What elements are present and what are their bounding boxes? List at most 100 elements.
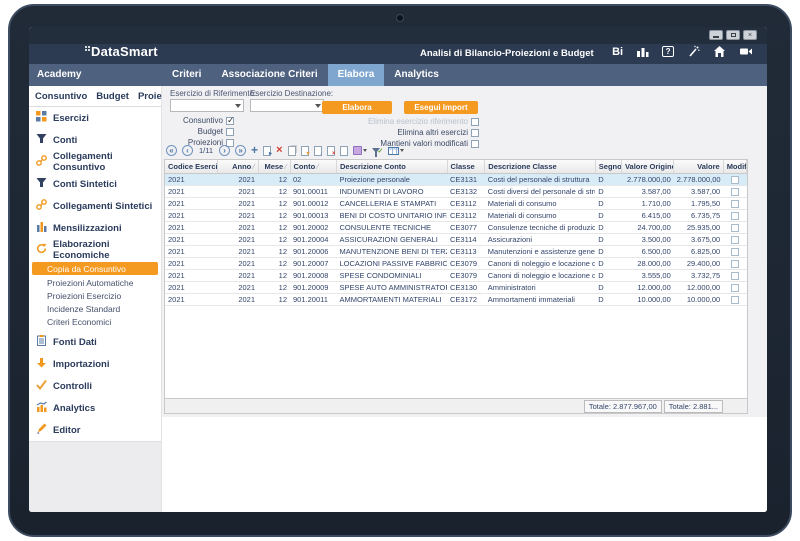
modifica-checkbox[interactable] — [731, 248, 739, 256]
modifica-checkbox[interactable] — [731, 176, 739, 184]
bar-chart-icon[interactable] — [636, 45, 649, 58]
col-mese[interactable]: Mese∕ — [258, 160, 290, 174]
submenu-item-criteri-economici[interactable]: Criteri Economici — [29, 315, 161, 328]
modifica-checkbox[interactable] — [731, 284, 739, 292]
sidebar-item-mensilizzazioni[interactable]: Mensilizzazioni — [29, 217, 161, 239]
sidebar-item-collegamenti-sintetici[interactable]: Collegamenti Sintetici — [29, 195, 161, 217]
funnel-icon — [36, 177, 47, 191]
preview-button[interactable] — [340, 146, 348, 156]
app-body: Consuntivo Budget Proiezioni Esercizi Co… — [29, 86, 767, 512]
modifica-checkbox[interactable] — [731, 296, 739, 304]
budget-checkbox[interactable] — [226, 128, 234, 136]
export-doc-button[interactable]: ↓ — [314, 146, 322, 156]
col-conto[interactable]: Conto∕ — [290, 160, 337, 174]
magic-wand-icon[interactable] — [687, 45, 700, 58]
tab-analytics[interactable]: Analytics — [384, 64, 448, 86]
sidebar-item-fonti-dati[interactable]: Fonti Dati — [29, 331, 161, 353]
col-descrizione-conto[interactable]: Descrizione Conto — [337, 160, 447, 174]
sidebar-item-esercizi[interactable]: Esercizi — [29, 107, 161, 129]
esercizio-riferimento-select[interactable] — [170, 99, 244, 112]
scope-tab-budget[interactable]: Budget — [96, 91, 129, 102]
col-classe[interactable]: Classe — [447, 160, 485, 174]
table-row[interactable]: 2021202112901.00013BENI DI COSTO UNITARI… — [165, 210, 747, 222]
delete-doc-button[interactable]: × — [327, 146, 335, 156]
clipboard-icon — [36, 335, 47, 349]
tab-criteri[interactable]: Criteri — [162, 64, 211, 86]
screen: × DataSmart Analisi di Bilancio-Proiezio… — [29, 27, 767, 512]
checkbox-row-consuntivo[interactable]: Consuntivo — [170, 116, 234, 125]
close-button[interactable]: × — [743, 30, 757, 40]
table-row[interactable]: 2021202112901.20009SPESE AUTO AMMINISTRA… — [165, 282, 747, 294]
submenu-item-copia-da-consuntivo[interactable]: Copia da Consuntivo — [32, 262, 158, 275]
next-page-button[interactable]: › — [219, 145, 230, 156]
first-page-button[interactable]: « — [166, 145, 177, 156]
table-row[interactable]: 2021202112901.20002CONSULENTE TECNICHECE… — [165, 222, 747, 234]
checkbox-row-elimina-altri-esercizi[interactable]: Elimina altri esercizi — [322, 128, 479, 137]
tab-elabora[interactable]: Elabora — [328, 64, 385, 86]
modifica-checkbox[interactable] — [731, 224, 739, 232]
sidebar-item-editor[interactable]: Editor — [29, 419, 161, 441]
sidebar-item-controlli[interactable]: Controlli — [29, 375, 161, 397]
table-row[interactable]: 2021202112901.20004ASSICURAZIONI GENERAL… — [165, 234, 747, 246]
stage: × DataSmart Analisi di Bilancio-Proiezio… — [0, 0, 800, 541]
checkbox-row-elimina-esercizio-riferimento[interactable]: Elimina esercizio riferimento — [322, 117, 479, 126]
modifica-checkbox[interactable] — [731, 260, 739, 268]
columns-menu-button[interactable] — [388, 147, 404, 155]
modifica-checkbox[interactable] — [731, 200, 739, 208]
submenu-item-proiezioni-automatiche[interactable]: Proiezioni Automatiche — [29, 276, 161, 289]
consuntivo-checkbox[interactable] — [226, 117, 234, 125]
filter-button[interactable]: ✓ — [372, 147, 384, 155]
mantieni-valori-modificati-checkbox[interactable] — [471, 140, 479, 148]
table-row[interactable]: 2021202112901.00012CANCELLERIA E STAMPAT… — [165, 198, 747, 210]
col-anno[interactable]: Anno∕ — [217, 160, 258, 174]
table-row[interactable]: 2021202112901.20008SPESE CONDOMINIALICE3… — [165, 270, 747, 282]
checkbox-row-budget[interactable]: Budget — [170, 127, 234, 136]
last-page-button[interactable]: » — [235, 145, 246, 156]
modifica-checkbox[interactable] — [731, 272, 739, 280]
col-modifica[interactable]: Modifica — [723, 160, 746, 174]
submenu-item-proiezioni-esercizio[interactable]: Proiezioni Esercizio — [29, 289, 161, 302]
elaborazioni-submenu: Copia da Consuntivo Proiezioni Automatic… — [29, 261, 161, 331]
col-codice-esercizio[interactable]: Codice Esercizio — [165, 160, 217, 174]
submenu-item-incidenze-standard[interactable]: Incidenze Standard — [29, 302, 161, 315]
add-row-button[interactable]: + — [251, 145, 258, 156]
copy-button[interactable] — [288, 146, 296, 156]
restore-button[interactable] — [726, 30, 740, 40]
table-row[interactable]: 2021202112901.20006MANUTENZIONE BENI DI … — [165, 246, 747, 258]
sidebar-item-elaborazioni-economiche[interactable]: Elaborazioni Economiche — [29, 239, 161, 261]
edit-row-button[interactable]: ▸ — [263, 146, 271, 156]
window-titlebar: × — [29, 27, 767, 44]
col-descrizione-classe[interactable]: Descrizione Classe — [485, 160, 595, 174]
video-camera-icon[interactable] — [739, 45, 753, 58]
col-segno[interactable]: Segno — [595, 160, 621, 174]
sidebar-item-collegamenti-consuntivo[interactable]: Collegamenti Consuntivo — [29, 151, 161, 173]
esegui-import-button[interactable]: Esegui Import — [404, 101, 478, 114]
elabora-button[interactable]: Elabora — [322, 101, 392, 114]
modifica-checkbox[interactable] — [731, 188, 739, 196]
elimina-esercizio-riferimento-checkbox[interactable] — [471, 118, 479, 126]
table-row[interactable]: 2021202112901.00011INDUMENTI DI LAVOROCE… — [165, 186, 747, 198]
sidebar-item-analytics[interactable]: Analytics — [29, 397, 161, 419]
sidebar-item-conti[interactable]: Conti — [29, 129, 161, 151]
col-valore[interactable]: Valore — [674, 160, 723, 174]
tab-associazione-criteri[interactable]: Associazione Criteri — [211, 64, 327, 86]
col-valore-origine[interactable]: Valore Origine — [621, 160, 673, 174]
delete-row-button[interactable]: × — [276, 145, 282, 156]
table-row[interactable]: 2021202112901.20011AMMORTAMENTI MATERIAL… — [165, 294, 747, 306]
prev-page-button[interactable]: ‹ — [182, 145, 193, 156]
help-icon[interactable]: ? — [662, 46, 674, 57]
home-icon[interactable] — [713, 45, 726, 58]
modifica-checkbox[interactable] — [731, 236, 739, 244]
table-row[interactable]: 2021202112901.20007LOCAZIONI PASSIVE FAB… — [165, 258, 747, 270]
table-row[interactable]: 202120211202Proiezione personaleCE3131Co… — [165, 174, 747, 186]
elimina-altri-esercizi-checkbox[interactable] — [471, 129, 479, 137]
sidebar-item-conti-sintetici[interactable]: Conti Sintetici — [29, 173, 161, 195]
minimize-button[interactable] — [709, 30, 723, 40]
modifica-checkbox[interactable] — [731, 212, 739, 220]
paste-button[interactable]: ▾ — [301, 146, 309, 156]
esercizio-destinazione-select[interactable] — [250, 99, 324, 112]
bi-icon[interactable]: Bi — [612, 46, 623, 58]
sidebar-item-importazioni[interactable]: Importazioni — [29, 353, 161, 375]
scope-tab-consuntivo[interactable]: Consuntivo — [35, 91, 87, 102]
export-menu-button[interactable] — [353, 146, 367, 155]
